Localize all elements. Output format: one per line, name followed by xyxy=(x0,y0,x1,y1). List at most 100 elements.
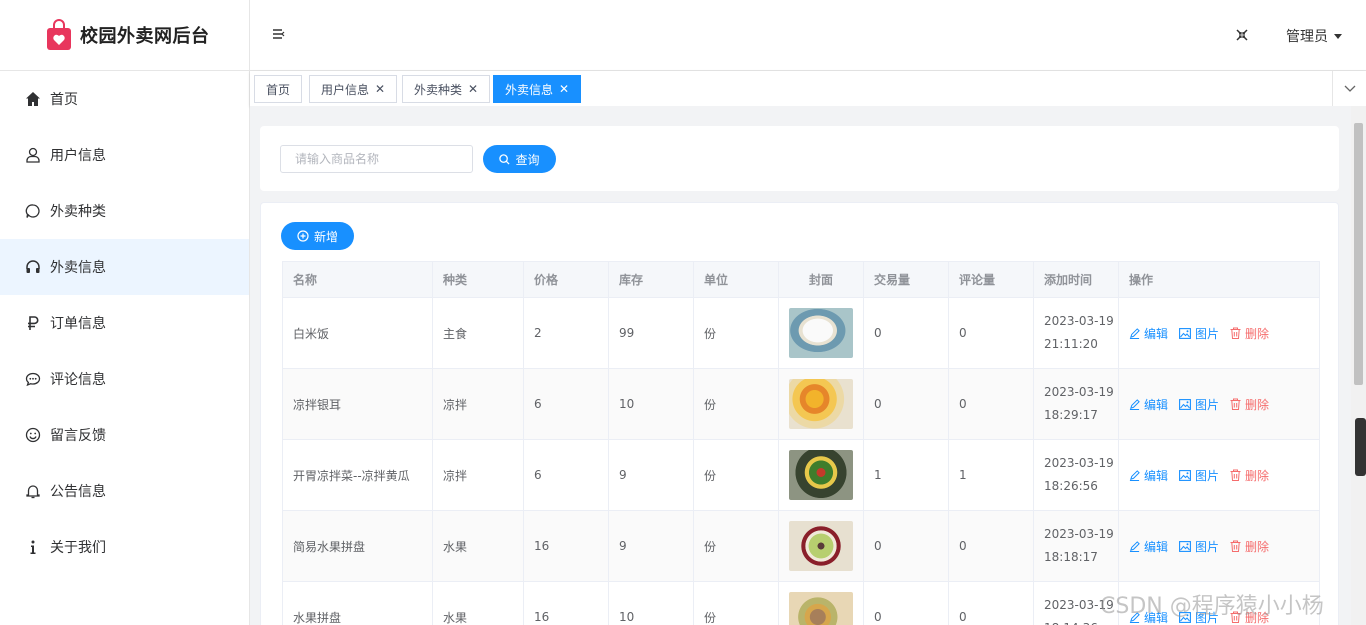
headset-icon xyxy=(24,258,42,276)
tag-takeout-info[interactable]: 外卖信息 ✕ xyxy=(493,75,582,103)
delete-label: 删除 xyxy=(1245,610,1270,625)
trash-icon xyxy=(1230,540,1241,552)
cell-stock: 10 xyxy=(608,368,694,440)
table-row: 开胃凉拌菜--凉拌黄瓜 凉拌 6 9 份 1 1 2023-03-19 18:26:56 编辑 图片… xyxy=(282,439,1320,511)
column-header: 种类 xyxy=(432,261,524,298)
column-header: 添加时间 xyxy=(1033,261,1119,298)
sidebar-item-takeout-info[interactable]: 外卖信息 xyxy=(0,239,249,295)
table-card: 新增 名称 种类 价格 库存 单位 封面 交易量 评论量 添加时间 操作 白米饭… xyxy=(260,202,1339,625)
close-icon[interactable]: ✕ xyxy=(468,82,478,96)
trash-icon xyxy=(1230,469,1241,481)
edit-button[interactable]: 编辑 xyxy=(1129,609,1168,625)
cover-thumbnail[interactable] xyxy=(789,379,853,429)
cell-unit: 份 xyxy=(693,439,779,511)
cell-actions: 编辑 图片 删除 xyxy=(1118,368,1320,440)
image-label: 图片 xyxy=(1195,539,1220,554)
caret-down-icon xyxy=(1334,33,1342,39)
sidebar-item-label: 外卖种类 xyxy=(50,204,106,220)
sidebar-item-comments[interactable]: 评论信息 xyxy=(0,351,249,407)
trash-icon xyxy=(1230,611,1241,623)
close-icon[interactable]: ✕ xyxy=(559,82,569,96)
edit-label: 编辑 xyxy=(1144,397,1169,412)
fullscreen-icon[interactable] xyxy=(1236,29,1248,41)
delete-button[interactable]: 删除 xyxy=(1230,325,1269,342)
sidebar-item-notices[interactable]: 公告信息 xyxy=(0,463,249,519)
column-header: 价格 xyxy=(523,261,609,298)
sidebar-item-label: 用户信息 xyxy=(50,148,106,164)
user-dropdown[interactable]: 管理员 xyxy=(1286,26,1342,46)
cell-sales: 1 xyxy=(863,439,949,511)
cell-stock: 10 xyxy=(608,581,694,625)
tag-label: 用户信息 xyxy=(321,82,370,97)
cell-comments: 1 xyxy=(948,439,1034,511)
comment-icon xyxy=(24,370,42,388)
user-name: 管理员 xyxy=(1286,29,1328,45)
top-header: 管理员 xyxy=(250,0,1366,71)
cell-price: 6 xyxy=(523,368,609,440)
search-input[interactable] xyxy=(280,145,473,173)
sidebar-item-label: 留言反馈 xyxy=(50,428,106,444)
cell-added-time: 2023-03-19 18:14:36 xyxy=(1033,581,1119,625)
info-icon xyxy=(24,538,42,556)
cover-thumbnail[interactable] xyxy=(789,592,853,625)
smile-icon xyxy=(24,426,42,444)
tag-label: 首页 xyxy=(266,82,291,97)
column-header: 库存 xyxy=(608,261,694,298)
table-row: 白米饭 主食 2 99 份 0 0 2023-03-19 21:11:20 编辑 图片 删除 xyxy=(282,297,1320,369)
plus-circle-icon xyxy=(297,230,309,242)
image-button[interactable]: 图片 xyxy=(1179,325,1219,342)
cell-added-time: 2023-03-19 18:26:56 xyxy=(1033,439,1119,511)
sidebar-item-users[interactable]: 用户信息 xyxy=(0,127,249,183)
sidebar-item-label: 订单信息 xyxy=(50,316,106,332)
sidebar-item-label: 公告信息 xyxy=(50,484,106,500)
delete-button[interactable]: 删除 xyxy=(1230,467,1269,484)
edit-button[interactable]: 编辑 xyxy=(1129,538,1168,555)
cover-thumbnail[interactable] xyxy=(789,450,853,500)
add-button-label: 新增 xyxy=(313,229,338,244)
edit-button[interactable]: 编辑 xyxy=(1129,325,1168,342)
sidebar-item-orders[interactable]: 订单信息 xyxy=(0,295,249,351)
cell-added-time: 2023-03-19 18:18:17 xyxy=(1033,510,1119,582)
collapse-menu-icon[interactable] xyxy=(272,27,286,41)
delete-button[interactable]: 删除 xyxy=(1230,609,1269,625)
cover-thumbnail[interactable] xyxy=(789,308,853,358)
sidebar-menu: 首页 用户信息 外卖种类 外卖信息 订单信息 评论信息 留言反馈 公告信息 关于… xyxy=(0,71,249,575)
delete-button[interactable]: 删除 xyxy=(1230,396,1269,413)
close-icon[interactable]: ✕ xyxy=(375,82,385,96)
add-button[interactable]: 新增 xyxy=(281,222,354,250)
search-button[interactable]: 查询 xyxy=(483,145,556,173)
sidebar-item-about[interactable]: 关于我们 xyxy=(0,519,249,575)
delete-label: 删除 xyxy=(1245,468,1270,483)
cover-thumbnail[interactable] xyxy=(789,521,853,571)
home-icon xyxy=(24,90,42,108)
image-button[interactable]: 图片 xyxy=(1179,396,1219,413)
scrollbar-thumb[interactable] xyxy=(1354,123,1363,385)
column-header: 名称 xyxy=(282,261,433,298)
sidebar-item-home[interactable]: 首页 xyxy=(0,71,249,127)
tag-categories[interactable]: 外卖种类 ✕ xyxy=(402,75,491,103)
side-widget[interactable] xyxy=(1355,418,1366,476)
tag-users[interactable]: 用户信息 ✕ xyxy=(309,75,398,103)
table-row: 凉拌银耳 凉拌 6 10 份 0 0 2023-03-19 18:29:17 编辑 图片 删除 xyxy=(282,368,1320,440)
added-date: 2023-03-19 xyxy=(1044,456,1114,470)
edit-button[interactable]: 编辑 xyxy=(1129,396,1168,413)
sidebar-item-label: 关于我们 xyxy=(50,540,106,556)
page-scrollbar[interactable] xyxy=(1351,106,1366,625)
sidebar-item-categories[interactable]: 外卖种类 xyxy=(0,183,249,239)
image-button[interactable]: 图片 xyxy=(1179,609,1219,625)
tags-more-dropdown[interactable] xyxy=(1332,71,1366,106)
cell-name: 水果拼盘 xyxy=(282,581,433,625)
cell-type: 凉拌 xyxy=(432,368,524,440)
food-table: 名称 种类 价格 库存 单位 封面 交易量 评论量 添加时间 操作 白米饭 主食 2… xyxy=(282,261,1320,625)
image-button[interactable]: 图片 xyxy=(1179,467,1219,484)
sidebar-item-feedback[interactable]: 留言反馈 xyxy=(0,407,249,463)
delete-label: 删除 xyxy=(1245,326,1270,341)
image-button[interactable]: 图片 xyxy=(1179,538,1219,555)
edit-button[interactable]: 编辑 xyxy=(1129,467,1168,484)
cell-added-time: 2023-03-19 18:29:17 xyxy=(1033,368,1119,440)
added-date: 2023-03-19 xyxy=(1044,598,1114,612)
tag-home[interactable]: 首页 xyxy=(254,75,303,103)
cell-unit: 份 xyxy=(693,510,779,582)
delete-button[interactable]: 删除 xyxy=(1230,538,1269,555)
cell-cover xyxy=(778,510,864,582)
